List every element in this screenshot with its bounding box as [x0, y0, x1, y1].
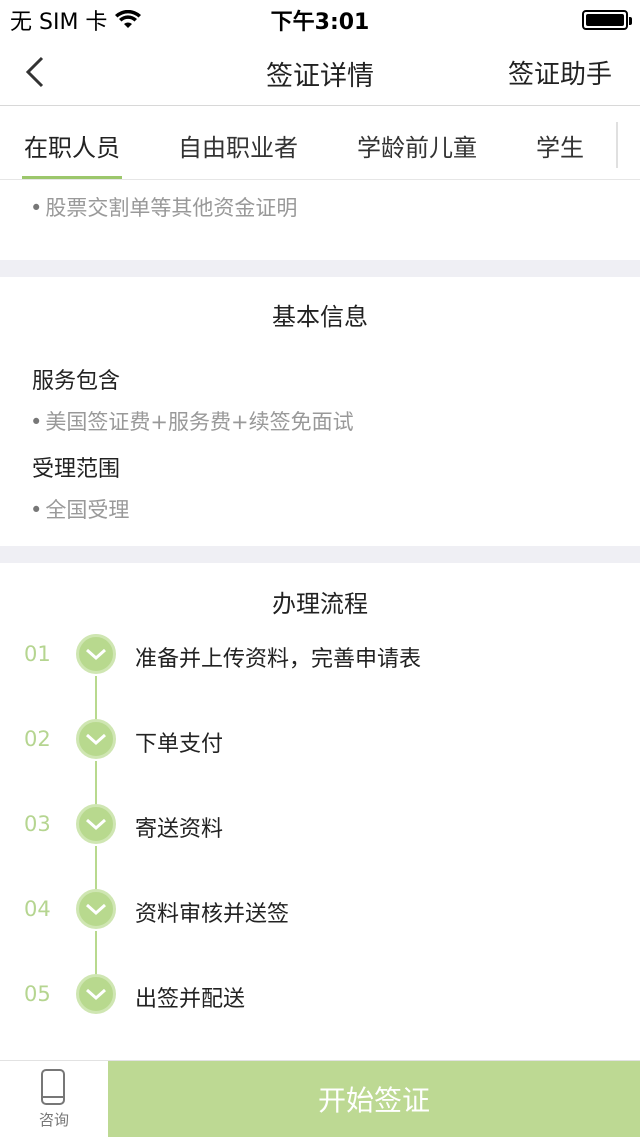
step-number: 01	[24, 642, 51, 666]
section-divider	[0, 260, 640, 277]
scope-label: 受理范围	[32, 457, 121, 482]
step-number: 04	[24, 897, 51, 921]
step-connector	[95, 676, 97, 722]
tab-freelancer[interactable]: 自由职业者	[178, 128, 298, 163]
step-text: 准备并上传资料，完善申请表	[135, 647, 422, 672]
step-connector	[95, 761, 97, 807]
battery-icon	[582, 10, 632, 30]
service-label: 服务包含	[32, 369, 121, 394]
status-bar: 无 SIM 卡 下午3:01	[0, 0, 640, 40]
step-check-icon	[76, 889, 116, 929]
category-tabs: 在职人员 自由职业者 学龄前儿童 学生	[0, 106, 640, 180]
step-number: 02	[24, 727, 51, 751]
consult-button[interactable]: 咨询	[0, 1061, 108, 1137]
step-check-icon	[76, 804, 116, 844]
wifi-icon	[115, 10, 142, 28]
basic-info-title: 基本信息	[272, 303, 368, 331]
material-item: 股票交割单等其他资金证明	[30, 192, 297, 222]
step-text: 出签并配送	[135, 987, 246, 1012]
process-title: 办理流程	[272, 590, 368, 618]
start-visa-button[interactable]: 开始签证	[108, 1061, 640, 1137]
step-connector	[95, 931, 97, 977]
active-tab-indicator	[22, 176, 122, 179]
step-number: 03	[24, 812, 51, 836]
visa-assistant-link[interactable]: 签证助手	[508, 54, 612, 91]
nav-bar: 签证详情 签证助手	[0, 40, 640, 106]
consult-label: 咨询	[38, 1111, 69, 1129]
step-text: 资料审核并送签	[135, 902, 290, 927]
tab-employed[interactable]: 在职人员	[24, 128, 120, 163]
step-connector	[95, 846, 97, 892]
step-check-icon	[76, 634, 116, 674]
section-divider	[0, 546, 640, 563]
step-text: 下单支付	[135, 732, 224, 757]
tab-student[interactable]: 学生	[536, 128, 584, 163]
step-text: 寄送资料	[135, 817, 224, 842]
tabs-scroll-edge	[616, 122, 618, 168]
step-check-icon	[76, 974, 116, 1014]
tab-preschool[interactable]: 学龄前儿童	[357, 128, 477, 163]
bottom-bar: 咨询 开始签证	[0, 1060, 640, 1137]
phone-icon	[41, 1069, 65, 1105]
service-value: 美国签证费+服务费+续签免面试	[30, 406, 353, 436]
step-number: 05	[24, 982, 51, 1006]
carrier-text: 无 SIM 卡	[10, 10, 108, 35]
status-time: 下午3:01	[270, 10, 370, 35]
step-check-icon	[76, 719, 116, 759]
scope-value: 全国受理	[30, 494, 129, 524]
